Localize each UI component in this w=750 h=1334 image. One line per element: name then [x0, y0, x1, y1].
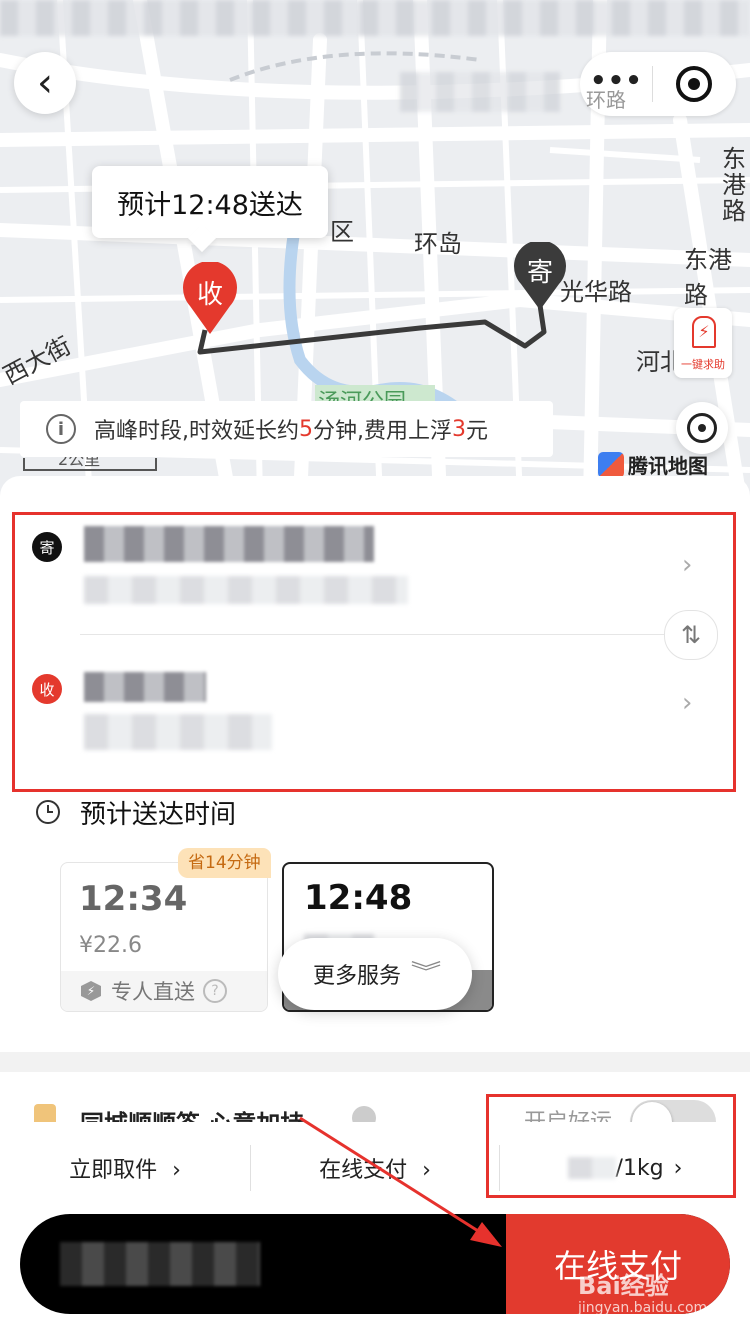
tencent-map-text: 腾讯地图	[628, 454, 708, 478]
receiver-badge: 收	[32, 674, 62, 704]
address-divider	[80, 634, 680, 635]
lightning-icon: ⚡	[81, 981, 101, 1001]
chevron-right-icon: ›	[682, 688, 693, 718]
page-title	[400, 72, 560, 112]
tencent-map-logo: 腾讯地图	[598, 450, 708, 479]
locate-icon	[687, 413, 717, 443]
option-time: 12:34	[79, 879, 188, 919]
clock-icon	[36, 800, 60, 824]
swap-icon: ⇅	[680, 621, 702, 649]
receive-pin-icon: 收	[182, 262, 238, 336]
notice-suffix: 元	[466, 419, 489, 444]
delivery-time-title: 预计送达时间	[80, 800, 237, 830]
chevron-right-icon: ›	[172, 1158, 181, 1183]
double-chevron-down-icon: ︾	[410, 961, 442, 986]
locate-button[interactable]	[676, 402, 728, 454]
help-icon[interactable]	[352, 1106, 376, 1122]
weight-highlight-box	[486, 1094, 736, 1198]
watermark-url: jingyan.baidu.com	[578, 1300, 708, 1316]
send-pin-label: 寄	[526, 258, 553, 288]
map-label-donggang: 东港路	[684, 246, 732, 309]
sender-badge: 寄	[32, 532, 62, 562]
info-icon: i	[46, 414, 76, 444]
blessing-icon	[34, 1104, 56, 1122]
more-services-label: 更多服务	[312, 964, 401, 989]
pickup-label: 立即取件	[69, 1158, 158, 1183]
map-label-guanghua: 光华路	[560, 278, 632, 306]
receive-pin-label: 收	[196, 280, 223, 310]
sos-label: 一键求助	[681, 358, 725, 371]
notice-prefix: 高峰时段,时效延长约	[94, 419, 299, 444]
back-icon: ‹	[37, 60, 53, 106]
option-tag-row: ⚡ 专人直送 ?	[61, 971, 267, 1011]
chevron-right-icon: ›	[682, 550, 693, 580]
help-icon[interactable]: ?	[203, 979, 227, 1003]
close-miniprogram-icon[interactable]	[676, 66, 712, 102]
notice-middle: 分钟,费用上浮	[313, 419, 452, 444]
sos-button[interactable]: ⚡ 一键求助	[674, 308, 732, 378]
payment-option[interactable]: 在线支付 ›	[251, 1152, 499, 1184]
watermark-brand: Bai经验	[578, 1272, 669, 1300]
price-blurred	[60, 1242, 260, 1286]
sender-address-row[interactable]: 寄 ›	[30, 520, 720, 630]
extra-service-title: 同城顺顺答 心意加持	[80, 1104, 304, 1122]
receiver-address-row[interactable]: 收 ›	[30, 650, 720, 770]
option-time: 12:48	[304, 878, 413, 918]
more-services-button[interactable]: 更多服务 ︾	[278, 938, 472, 1010]
delivery-option-express[interactable]: 12:34 ¥22.6 ⚡ 专人直送 ?	[60, 862, 268, 1012]
eta-tooltip: 预计12:48送达	[92, 166, 328, 238]
sender-address-blurred	[84, 576, 408, 604]
section-separator	[0, 1052, 750, 1072]
tencent-map-icon	[598, 451, 624, 478]
map-label-qu: 区	[330, 218, 354, 246]
map-label-huandao: 环岛	[414, 230, 462, 258]
notice-yuan: 3	[452, 416, 466, 442]
map-view[interactable]: ‹ ••• 环路 区 环岛 光华路 东港路 东港路 河北 西大街 汤河公园 2公…	[0, 0, 750, 500]
eta-tooltip-text: 预计12:48送达	[117, 189, 303, 221]
receiver-name-blurred	[84, 672, 206, 702]
payment-label: 在线支付	[319, 1158, 408, 1183]
map-label-donggang-vertical: 东港路	[722, 145, 746, 225]
back-button[interactable]: ‹	[14, 52, 76, 114]
pickup-option[interactable]: 立即取件 ›	[0, 1152, 250, 1184]
option-price: ¥22.6	[79, 933, 142, 958]
notice-minutes: 5	[299, 416, 313, 442]
receiver-address-blurred	[84, 714, 272, 750]
capsule-divider	[652, 66, 653, 102]
sender-name-blurred	[84, 526, 374, 562]
map-label-huanlu: 环路	[586, 88, 626, 112]
option-tag-label: 专人直送	[111, 980, 195, 1004]
alarm-icon: ⚡	[692, 316, 716, 348]
chevron-right-icon: ›	[422, 1158, 431, 1183]
send-pin-icon: 寄	[512, 242, 568, 312]
save-time-badge: 省14分钟	[178, 848, 271, 878]
status-bar	[0, 0, 750, 36]
peak-hour-notice: i 高峰时段,时效延长约 5 分钟,费用上浮 3 元	[20, 401, 553, 457]
